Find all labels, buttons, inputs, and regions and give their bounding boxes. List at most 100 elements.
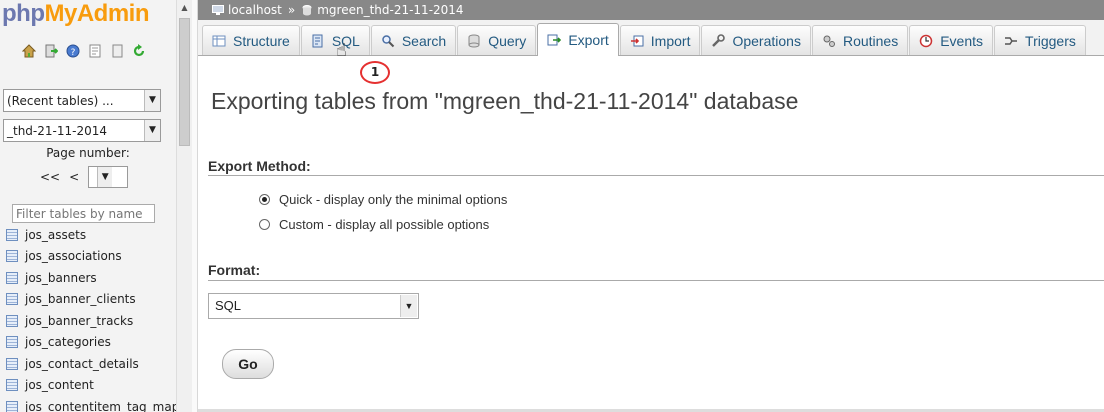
hand-cursor-icon: ☝ <box>336 40 347 61</box>
tab-export[interactable]: Export <box>537 23 619 56</box>
sidebar-scrollbar[interactable]: ▲ <box>176 0 192 412</box>
radio-quick-option[interactable]: Quick - display only the minimal options <box>259 192 507 207</box>
home-icon[interactable] <box>22 44 36 58</box>
database-tabs: Structure SQL Search Query Export Import Opera… <box>198 20 1104 56</box>
tab-label: Query <box>488 32 527 49</box>
table-list-item[interactable]: jos_assets <box>6 224 176 246</box>
table-list-item[interactable]: jos_banner_clients <box>6 289 176 311</box>
breadcrumb-database-link[interactable]: mgreen_thd-21-11-2014 <box>317 3 463 17</box>
tab-query[interactable]: Query <box>457 25 537 55</box>
divider <box>208 280 1104 281</box>
tab-label: Events <box>940 32 984 49</box>
table-name-link[interactable]: jos_contentitem_tag_map <box>25 400 176 412</box>
table-icon[interactable] <box>6 336 18 349</box>
radio-custom[interactable] <box>259 219 270 230</box>
format-label: Format: <box>208 262 261 278</box>
radio-custom-option[interactable]: Custom - display all possible options <box>259 217 489 232</box>
triggers-icon <box>1005 36 1018 45</box>
search-icon <box>382 34 395 47</box>
first-page-link[interactable]: << <box>40 170 60 184</box>
annotation-marker: 1 <box>360 61 390 84</box>
table-icon[interactable] <box>6 250 18 263</box>
table-list-item[interactable]: jos_content <box>6 375 176 397</box>
filter-tables-input[interactable] <box>12 204 155 223</box>
chevron-down-icon: ▼ <box>144 120 160 141</box>
query-icon <box>468 34 480 47</box>
server-icon <box>212 4 224 15</box>
table-list-item[interactable]: jos_categories <box>6 332 176 354</box>
table-list-item[interactable]: jos_contact_details <box>6 353 176 375</box>
tab-events[interactable]: Events <box>909 25 994 55</box>
table-icon[interactable] <box>6 357 18 370</box>
tab-label: Structure <box>233 32 290 49</box>
radio-quick-label[interactable]: Quick - display only the minimal options <box>279 192 507 207</box>
table-list-item[interactable]: jos_contentitem_tag_map <box>6 396 176 412</box>
table-name-link[interactable]: jos_contact_details <box>25 357 139 371</box>
table-icon[interactable] <box>6 400 18 412</box>
table-name-link[interactable]: jos_banner_tracks <box>25 314 133 328</box>
go-button[interactable]: Go <box>222 349 274 379</box>
tab-structure[interactable]: Structure <box>202 25 300 55</box>
breadcrumb-separator: » <box>287 3 296 17</box>
phpmyadmin-logo[interactable]: phpMyAdmin <box>2 0 149 28</box>
radio-custom-label[interactable]: Custom - display all possible options <box>279 217 489 232</box>
database-select[interactable]: _thd-21-11-2014 ▼ <box>3 119 161 142</box>
structure-icon <box>212 35 226 46</box>
table-list-item[interactable]: jos_associations <box>6 246 176 268</box>
format-select-value: SQL <box>215 298 242 313</box>
format-select[interactable]: SQL ▼ <box>208 293 419 319</box>
help-icon[interactable]: ? <box>66 44 80 58</box>
table-list: jos_assets jos_associations jos_bannersjos… <box>6 224 176 412</box>
table-list-item[interactable]: jos_banners <box>6 267 176 289</box>
sql-icon <box>312 34 323 47</box>
export-icon <box>547 34 562 46</box>
table-name-link[interactable]: jos_banner_clients <box>25 292 136 306</box>
scrollbar-thumb[interactable] <box>179 18 190 146</box>
reload-icon[interactable] <box>132 44 146 58</box>
table-name-link[interactable]: jos_content <box>25 378 94 392</box>
divider <box>208 175 1104 176</box>
table-icon[interactable] <box>6 379 18 392</box>
breadcrumb: localhost » mgreen_thd-21-11-2014 <box>198 0 1104 20</box>
navigation-sidebar: phpMyAdmin ? (Recent tables) ... ▼ _thd-… <box>0 0 176 412</box>
tab-label: Triggers <box>1025 32 1076 49</box>
table-name-link[interactable]: jos_banners <box>25 271 97 285</box>
operations-icon <box>712 33 726 47</box>
tab-import[interactable]: Import <box>619 25 701 55</box>
export-method-label: Export Method: <box>208 158 311 174</box>
recent-tables-select[interactable]: (Recent tables) ... ▼ <box>3 89 161 112</box>
page-number-label: Page number: <box>46 146 130 160</box>
table-icon[interactable] <box>6 293 18 306</box>
page-title: Exporting tables from "mgreen_thd-21-11-… <box>211 88 799 114</box>
table-list-item[interactable]: jos_banner_tracks <box>6 310 176 332</box>
tab-label: Export <box>568 32 609 48</box>
events-icon <box>919 34 933 47</box>
docs-icon[interactable] <box>88 44 102 58</box>
chevron-down-icon: ▼ <box>400 295 417 317</box>
table-name-link[interactable]: jos_associations <box>25 249 122 263</box>
breadcrumb-server-link[interactable]: localhost <box>228 3 282 17</box>
radio-quick[interactable] <box>259 194 270 205</box>
table-name-link[interactable]: jos_categories <box>25 335 111 349</box>
sidebar-resizer[interactable] <box>192 0 198 412</box>
import-icon <box>630 35 644 46</box>
prev-page-link[interactable]: < <box>69 170 79 184</box>
table-icon[interactable] <box>6 271 18 284</box>
table-icon[interactable] <box>6 314 18 327</box>
logout-icon[interactable] <box>44 44 58 58</box>
logo-part-php: php <box>2 0 45 27</box>
pager: << < 3 ▼ <box>40 166 129 188</box>
table-name-link[interactable]: jos_assets <box>25 228 86 242</box>
scroll-up-icon[interactable]: ▲ <box>177 0 192 16</box>
tab-triggers[interactable]: Triggers <box>994 25 1086 55</box>
page-number-select[interactable]: 3 ▼ <box>88 166 129 188</box>
table-icon[interactable] <box>6 228 18 241</box>
tab-label: Routines <box>842 32 899 49</box>
chevron-down-icon: ▼ <box>97 167 113 187</box>
database-icon <box>302 4 312 15</box>
tab-routines[interactable]: Routines <box>811 25 909 55</box>
docs-icon[interactable] <box>110 44 124 58</box>
recent-tables-value: (Recent tables) ... <box>7 94 114 108</box>
tab-search[interactable]: Search <box>370 25 457 55</box>
tab-operations[interactable]: Operations <box>701 25 811 55</box>
